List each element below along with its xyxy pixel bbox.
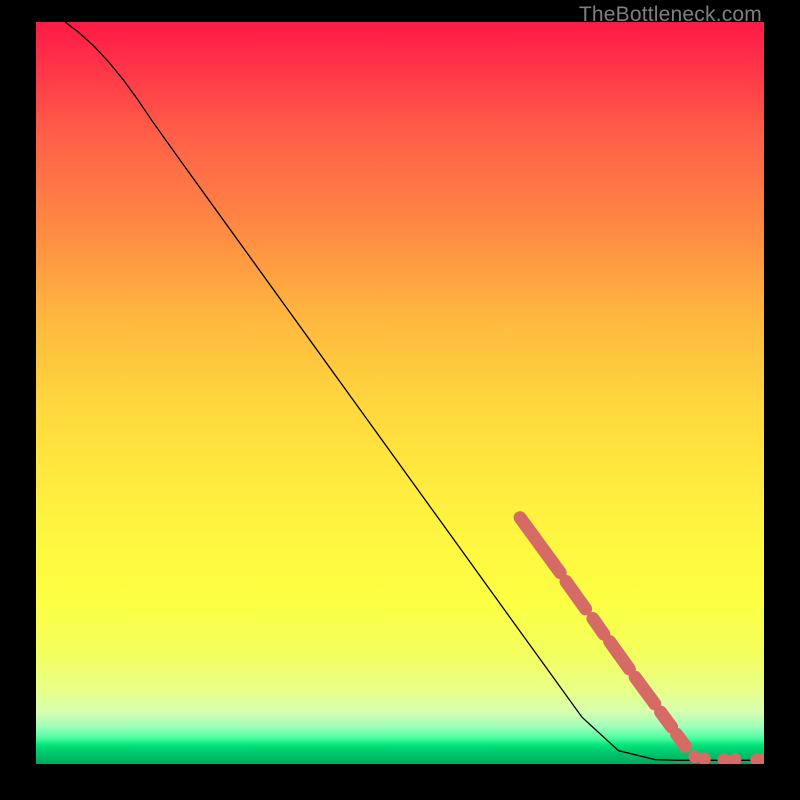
marker-segment-3 xyxy=(610,642,630,669)
marker-segment-4 xyxy=(635,677,655,704)
marker-dot-3 xyxy=(728,753,741,764)
marker-segment-1 xyxy=(566,581,586,608)
marker-segment-6 xyxy=(677,734,686,746)
marker-segment-5 xyxy=(661,712,672,727)
marker-segment-0 xyxy=(520,518,560,573)
marker-segment-2 xyxy=(593,619,604,635)
curve-line xyxy=(65,22,764,760)
chart-plot xyxy=(36,22,764,764)
